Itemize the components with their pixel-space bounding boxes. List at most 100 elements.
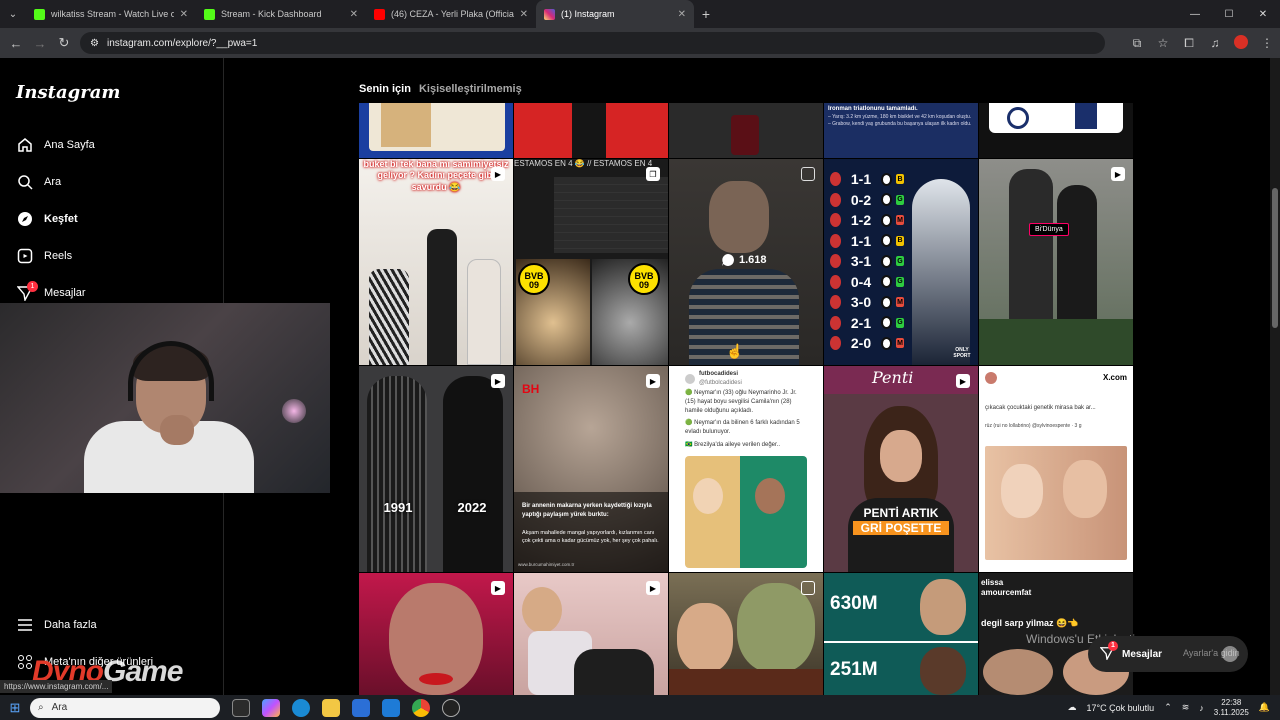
sidebar-item-home[interactable]: Ana Sayfa — [16, 134, 95, 156]
volume-icon[interactable]: ♪ — [1199, 703, 1204, 713]
explore-post[interactable]: ▶ — [359, 573, 513, 695]
bvb-logo: BVB 09 — [518, 263, 550, 295]
reel-icon: ▶ — [491, 167, 505, 181]
scrollbar-thumb[interactable] — [1272, 188, 1278, 328]
explore-post[interactable]: ▶ — [514, 573, 668, 695]
team-logo-icon — [830, 315, 842, 330]
result-badge: G — [896, 256, 904, 267]
close-tab-icon[interactable]: ✕ — [350, 9, 358, 20]
windows-taskbar: ⊞ ⌕ Ara ☁ 17°C Çok bulutlu ⌃ ≋ ♪ 22:38 3… — [0, 695, 1280, 720]
bjk-logo-icon — [880, 316, 893, 330]
tab-personalized[interactable]: Kişiselleştirilmemiş — [419, 83, 522, 95]
instagram-logo[interactable]: Instagram — [16, 82, 120, 103]
reel-icon: ▶ — [646, 374, 660, 388]
reload-icon[interactable]: ↻ — [52, 35, 76, 51]
explore-post[interactable]: 1991 2022 ▶ — [359, 366, 513, 572]
tab-youtube[interactable]: (46) CEZA - Yerli Plaka (Official ✕ — [366, 0, 536, 28]
tab-title: wilkatiss Stream - Watch Live o — [51, 9, 174, 19]
windows-start-icon[interactable]: ⊞ — [0, 700, 30, 716]
explore-post[interactable] — [514, 103, 668, 158]
explore-post[interactable] — [979, 103, 1133, 158]
sidebar-item-reels[interactable]: Reels — [16, 245, 72, 267]
sidebar-item-messages[interactable]: 1 Mesajlar — [16, 281, 86, 304]
score-row: 1-1 B — [824, 231, 904, 252]
only-sport-logo: ONLY SPORT — [953, 347, 971, 359]
explore-post[interactable] — [669, 103, 823, 158]
score-table: 1-1 B 0-2 G 1-2 M 1-1 B 3-1 G 0-4 G 3-0 M 2-1 G 2-0 M — [824, 169, 904, 354]
match-score: 0-2 — [850, 191, 872, 208]
post-caption: degil sarp yilmaz 😆👈 — [981, 618, 1079, 628]
edge-icon[interactable] — [292, 698, 310, 717]
match-score: 1-2 — [850, 212, 872, 229]
explore-post[interactable]: X.com çıkacak çocuktaki genetik mirasa b… — [979, 366, 1133, 572]
close-tab-icon[interactable]: ✕ — [678, 9, 686, 20]
address-bar[interactable]: ⚙ instagram.com/explore/?__pwa=1 — [80, 32, 1105, 54]
site-info-icon[interactable]: ⚙ — [90, 38, 99, 49]
new-tab-button[interactable]: + — [694, 6, 718, 22]
explore-post[interactable]: buket bi tek bana mı samimiyetsiz geliyo… — [359, 159, 513, 365]
bookmark-star-icon[interactable]: ☆ — [1150, 36, 1176, 50]
close-window-icon[interactable]: ✕ — [1246, 0, 1280, 28]
result-badge: M — [896, 215, 904, 226]
sidebar-item-search[interactable]: Ara — [16, 171, 61, 193]
outlook-icon[interactable] — [382, 698, 400, 717]
reel-icon: ▶ — [956, 374, 970, 388]
team-logo-icon — [830, 192, 842, 207]
explore-post[interactable] — [359, 103, 513, 158]
back-icon[interactable]: ← — [4, 36, 28, 51]
taskbar-search[interactable]: ⌕ Ara — [30, 697, 220, 718]
post-caption: – Grabow, kendi yaş grubunda bu başarıya… — [828, 120, 972, 127]
extensions-icon[interactable]: ⧠ — [1176, 36, 1202, 51]
close-tab-icon[interactable]: ✕ — [520, 9, 528, 20]
install-app-icon[interactable]: ⧉ — [1124, 36, 1150, 51]
copilot-icon[interactable] — [262, 698, 280, 717]
chrome-icon[interactable] — [412, 698, 430, 717]
tab-search-icon[interactable]: ⌄ — [0, 0, 26, 28]
minimize-icon[interactable]: — — [1178, 0, 1212, 28]
profile-avatar[interactable] — [1228, 34, 1254, 52]
sidebar-item-more[interactable]: Daha fazla — [16, 614, 97, 636]
post-caption: 🟢 Neymar'ın (33) oğlu Neymarinho Jr. Jr.… — [685, 390, 797, 414]
score-row: 0-2 G — [824, 190, 904, 211]
sidebar-item-explore[interactable]: Keşfet — [16, 208, 78, 230]
maximize-icon[interactable]: ☐ — [1212, 0, 1246, 28]
explore-post[interactable]: 1-1 B 0-2 G 1-2 M 1-1 B 3-1 G 0-4 G 3-0 M 2-1 G 2-0 M ONL… — [824, 159, 978, 365]
explore-post[interactable]: Penti PENTİ ARTIK GRİ POŞETTE ▶ — [824, 366, 978, 572]
explore-post[interactable]: BH Bir annenin makarna yerken kaydettiği… — [514, 366, 668, 572]
weather-text[interactable]: 17°C Çok bulutlu — [1087, 703, 1155, 713]
obs-icon[interactable] — [442, 698, 460, 717]
reel-icon: ▶ — [1111, 167, 1125, 181]
tray-chevron-icon[interactable]: ⌃ — [1164, 702, 1172, 713]
explore-post[interactable]: futbocadidesi @futbolcadidesi 🟢 Neymar'ı… — [669, 366, 823, 572]
system-clock[interactable]: 22:38 3.11.2025 — [1214, 698, 1249, 717]
post-caption: rüz (rui no lollabrino) @sylvinoespente … — [985, 422, 1082, 429]
page-scrollbar[interactable] — [1270, 58, 1280, 695]
explore-post[interactable]: 630M 251M — [824, 573, 978, 695]
tab-for-you[interactable]: Senin için — [359, 83, 411, 95]
explore-post[interactable]: ESTAMOS EN 4 😂 // ESTAMOS EN 4 BVB 09 BVB… — [514, 159, 668, 365]
task-view-icon[interactable] — [232, 698, 250, 717]
explore-icon — [16, 210, 34, 228]
store-icon[interactable] — [352, 698, 370, 717]
explore-post[interactable] — [669, 573, 823, 695]
explore-post[interactable]: Ironman triatlonunu tamamladı. – Yarış: … — [824, 103, 978, 158]
tab-instagram[interactable]: (1) Instagram ✕ — [536, 0, 694, 28]
explore-grid: Ironman triatlonunu tamamladı. – Yarış: … — [359, 103, 1134, 695]
tab-kick-stream[interactable]: wilkatiss Stream - Watch Live o ✕ — [26, 0, 196, 28]
explore-post[interactable]: 1.618 — [669, 159, 823, 365]
tab-kick-dashboard[interactable]: Stream - Kick Dashboard ✕ — [196, 0, 366, 28]
sidebar-item-label: Mesajlar — [44, 287, 86, 299]
headset-icon — [128, 341, 214, 401]
notification-badge: 1 — [27, 281, 38, 292]
media-control-icon[interactable]: ♫ — [1202, 36, 1228, 50]
forward-icon[interactable]: → — [28, 36, 52, 51]
wifi-icon[interactable]: ≋ — [1182, 702, 1190, 713]
close-tab-icon[interactable]: ✕ — [180, 9, 188, 20]
match-score: 0-4 — [850, 273, 872, 290]
file-explorer-icon[interactable] — [322, 698, 340, 717]
score-row: 0-4 G — [824, 272, 904, 293]
explore-post[interactable]: Bi'Dünya ▶ — [979, 159, 1133, 365]
sidebar-item-label: Daha fazla — [44, 619, 97, 631]
notification-bell-icon[interactable]: 🔔 — [1259, 702, 1270, 713]
browser-menu-icon[interactable]: ⋮ — [1254, 36, 1280, 50]
